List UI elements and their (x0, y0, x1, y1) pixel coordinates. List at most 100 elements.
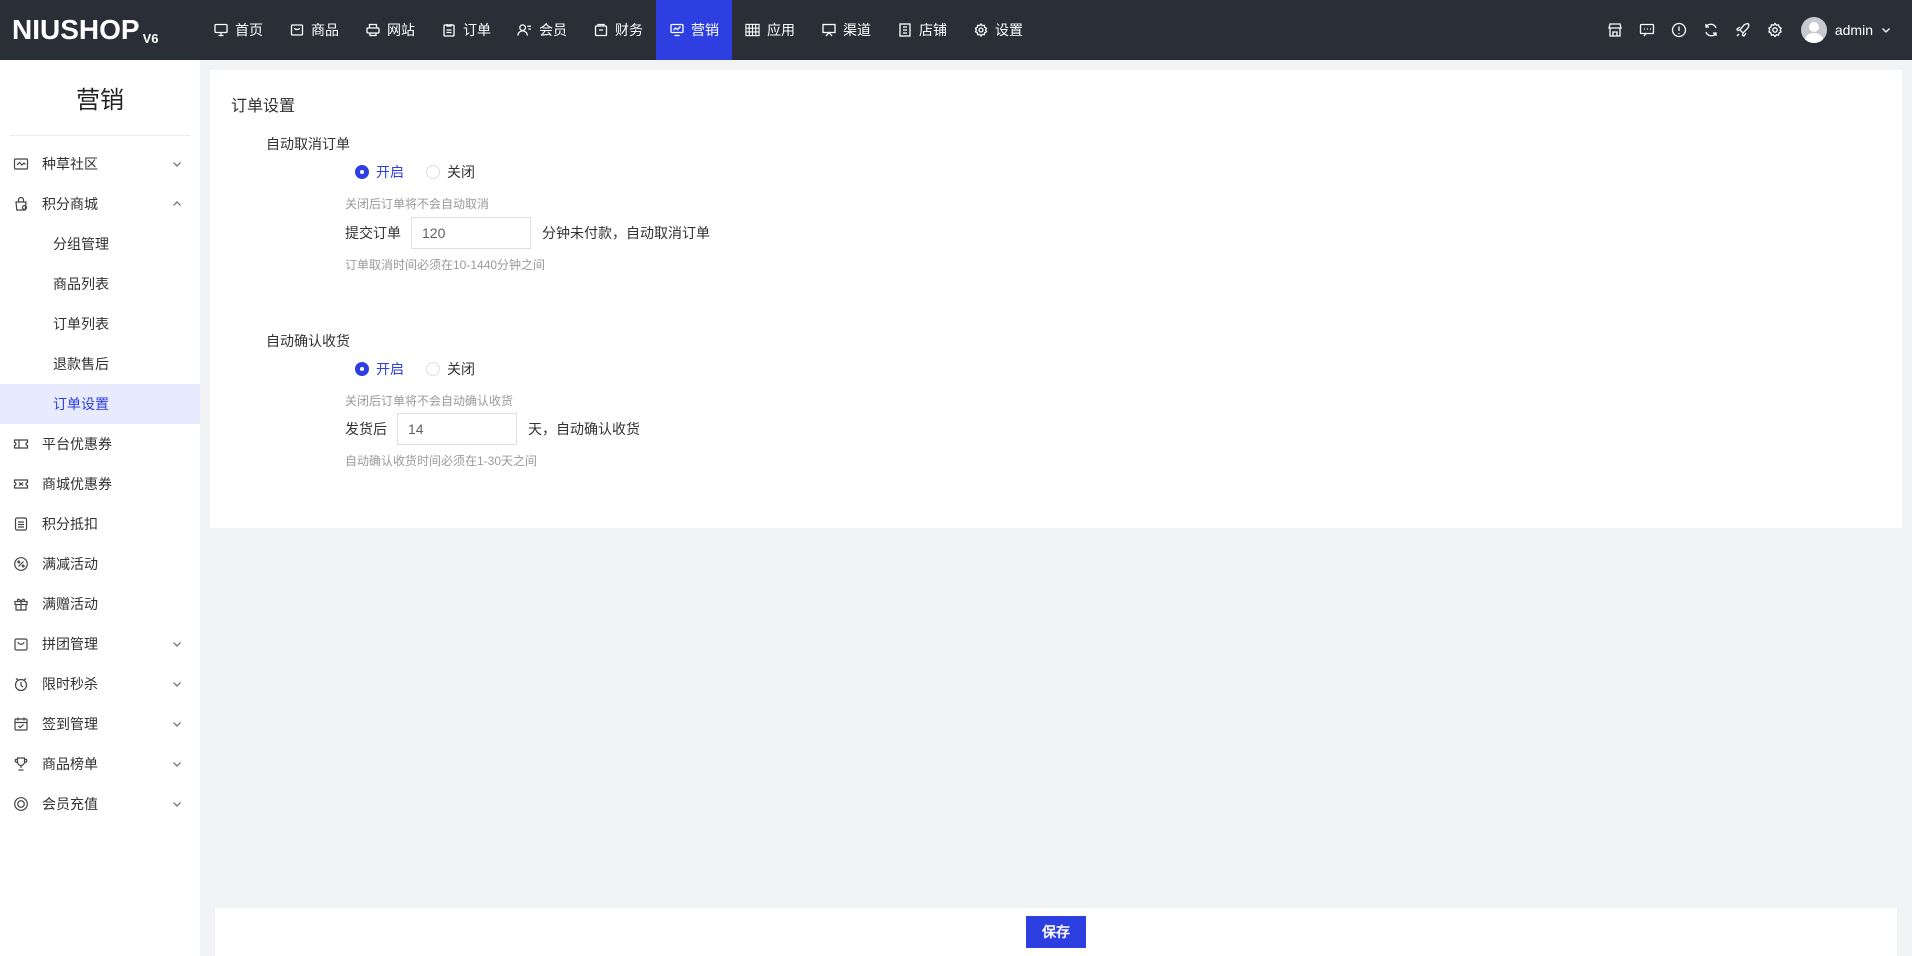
chevron-down-icon (173, 642, 181, 647)
radio-label: 关闭 (447, 361, 475, 377)
top-navbar: NIUSHOP V6 首页 商品 网站 订单 会员 财务 营销 应用 渠道 店铺… (0, 0, 1912, 60)
store-icon (897, 23, 912, 38)
nav-finance[interactable]: 财务 (580, 0, 656, 60)
nav-members[interactable]: 会员 (504, 0, 580, 60)
logo[interactable]: NIUSHOP V6 (0, 0, 200, 60)
nav-home[interactable]: 首页 (200, 0, 276, 60)
nav-marketing[interactable]: 营销 (656, 0, 732, 60)
deduct-icon (13, 516, 29, 532)
sidebar-subitem-refund[interactable]: 退款售后 (0, 344, 200, 384)
grid-icon (745, 23, 760, 38)
nav-label: 订单 (463, 22, 491, 38)
nav-label: 设置 (995, 22, 1023, 38)
sidebar-subitem-goods-list[interactable]: 商品列表 (0, 264, 200, 304)
nav-orders[interactable]: 订单 (428, 0, 504, 60)
sidebar-item-label: 商品榜单 (42, 756, 98, 772)
order-settings-panel: 订单设置 自动取消订单 开启 关闭 关闭后订单将不会自动取消 提交订单 分钟未付… (210, 70, 1902, 528)
main-nav: 首页 商品 网站 订单 会员 财务 营销 应用 渠道 店铺 设置 (200, 0, 1036, 60)
clipboard-icon (441, 23, 456, 38)
auto-cancel-radio-group: 开启 关闭 (355, 162, 497, 182)
sidebar-item-community[interactable]: 种草社区 (0, 144, 200, 184)
nav-apps[interactable]: 应用 (732, 0, 808, 60)
radio-dot (355, 165, 369, 179)
sidebar-item-label: 签到管理 (42, 716, 98, 732)
sidebar-item-goods-ranking[interactable]: 商品榜单 (0, 744, 200, 784)
logo-text: NIUSHOP (12, 14, 140, 45)
sidebar-item-label: 种草社区 (42, 156, 98, 172)
chevron-down-icon (173, 682, 181, 687)
auto-confirm-off-radio[interactable]: 关闭 (426, 359, 475, 379)
refresh-icon[interactable] (1703, 22, 1719, 38)
sidebar-item-flash-sale[interactable]: 限时秒杀 (0, 664, 200, 704)
marketing-icon (669, 23, 684, 38)
radio-dot (426, 165, 440, 179)
auto-confirm-suffix: 天，自动确认收货 (528, 421, 640, 437)
sidebar-item-group-buy[interactable]: 拼团管理 (0, 624, 200, 664)
clock-icon (13, 676, 29, 692)
sidebar-item-label: 限时秒杀 (42, 676, 98, 692)
radio-label: 开启 (376, 164, 404, 180)
user-menu[interactable]: admin (1800, 17, 1892, 43)
rocket-icon[interactable] (1735, 22, 1751, 38)
community-icon (13, 156, 29, 172)
sidebar-item-points-deduct[interactable]: 积分抵扣 (0, 504, 200, 544)
gear-icon (973, 23, 988, 38)
wallet-icon (593, 23, 608, 38)
auto-cancel-minutes-input[interactable] (411, 217, 531, 249)
sidebar-item-sign-in[interactable]: 签到管理 (0, 704, 200, 744)
coupon-icon (13, 436, 29, 452)
sidebar-subitem-group[interactable]: 分组管理 (0, 224, 200, 264)
auto-confirm-hint: 关闭后订单将不会自动确认收货 (345, 394, 514, 408)
discount-icon (13, 556, 29, 572)
nav-label: 应用 (767, 22, 795, 38)
nav-goods[interactable]: 商品 (276, 0, 352, 60)
auto-cancel-label: 自动取消订单 (266, 136, 350, 152)
auto-confirm-range-hint: 自动确认收货时间必须在1-30天之间 (345, 454, 538, 468)
bag-icon (13, 636, 29, 652)
sidebar: 营销 种草社区 积分商城 分组管理 商品列表 订单列表 退款售后 订单设置 平台… (0, 60, 200, 956)
user-icon (517, 23, 532, 38)
sidebar-item-mall-coupon[interactable]: 商城优惠券 (0, 464, 200, 504)
chevron-down-icon (173, 802, 181, 807)
sidebar-item-label: 满减活动 (42, 556, 98, 572)
nav-label: 首页 (235, 22, 263, 38)
auto-confirm-on-radio[interactable]: 开启 (355, 359, 404, 379)
page-title: 订单设置 (231, 98, 296, 115)
sidebar-subitem-order-settings[interactable]: 订单设置 (0, 384, 200, 424)
nav-website[interactable]: 网站 (352, 0, 428, 60)
save-button[interactable]: 保存 (1026, 916, 1086, 948)
sidebar-item-label: 积分商城 (42, 196, 98, 212)
nav-settings[interactable]: 设置 (960, 0, 1036, 60)
info-icon[interactable] (1671, 22, 1687, 38)
message-icon[interactable] (1639, 22, 1655, 38)
radio-label: 开启 (376, 361, 404, 377)
chevron-up-icon (173, 201, 181, 206)
gear-icon[interactable] (1767, 22, 1783, 38)
nav-label: 店铺 (919, 22, 947, 38)
sidebar-item-recharge[interactable]: 会员充值 (0, 784, 200, 824)
chevron-down-icon (173, 762, 181, 767)
auto-cancel-prefix: 提交订单 (345, 225, 401, 241)
nav-label: 财务 (615, 22, 643, 38)
gift-icon (13, 596, 29, 612)
shop-icon[interactable] (1607, 22, 1623, 38)
auto-cancel-off-radio[interactable]: 关闭 (426, 162, 475, 182)
sidebar-item-full-gift[interactable]: 满赠活动 (0, 584, 200, 624)
sidebar-item-full-reduction[interactable]: 满减活动 (0, 544, 200, 584)
sidebar-item-platform-coupon[interactable]: 平台优惠券 (0, 424, 200, 464)
sidebar-subitem-order-list[interactable]: 订单列表 (0, 304, 200, 344)
auto-cancel-on-radio[interactable]: 开启 (355, 162, 404, 182)
nav-channels[interactable]: 渠道 (808, 0, 884, 60)
auto-confirm-prefix: 发货后 (345, 421, 387, 437)
printer-icon (365, 23, 380, 38)
auto-confirm-days-input[interactable] (397, 413, 517, 445)
auto-cancel-hint: 关闭后订单将不会自动取消 (345, 197, 490, 211)
radio-dot (426, 362, 440, 376)
auto-confirm-radio-group: 开启 关闭 (355, 359, 497, 379)
nav-stores[interactable]: 店铺 (884, 0, 960, 60)
chevron-down-icon (1882, 28, 1890, 33)
sidebar-item-label: 满赠活动 (42, 596, 98, 612)
monitor-icon (213, 23, 228, 38)
sidebar-item-points-mall[interactable]: 积分商城 (0, 184, 200, 224)
sidebar-item-label: 会员充值 (42, 796, 98, 812)
